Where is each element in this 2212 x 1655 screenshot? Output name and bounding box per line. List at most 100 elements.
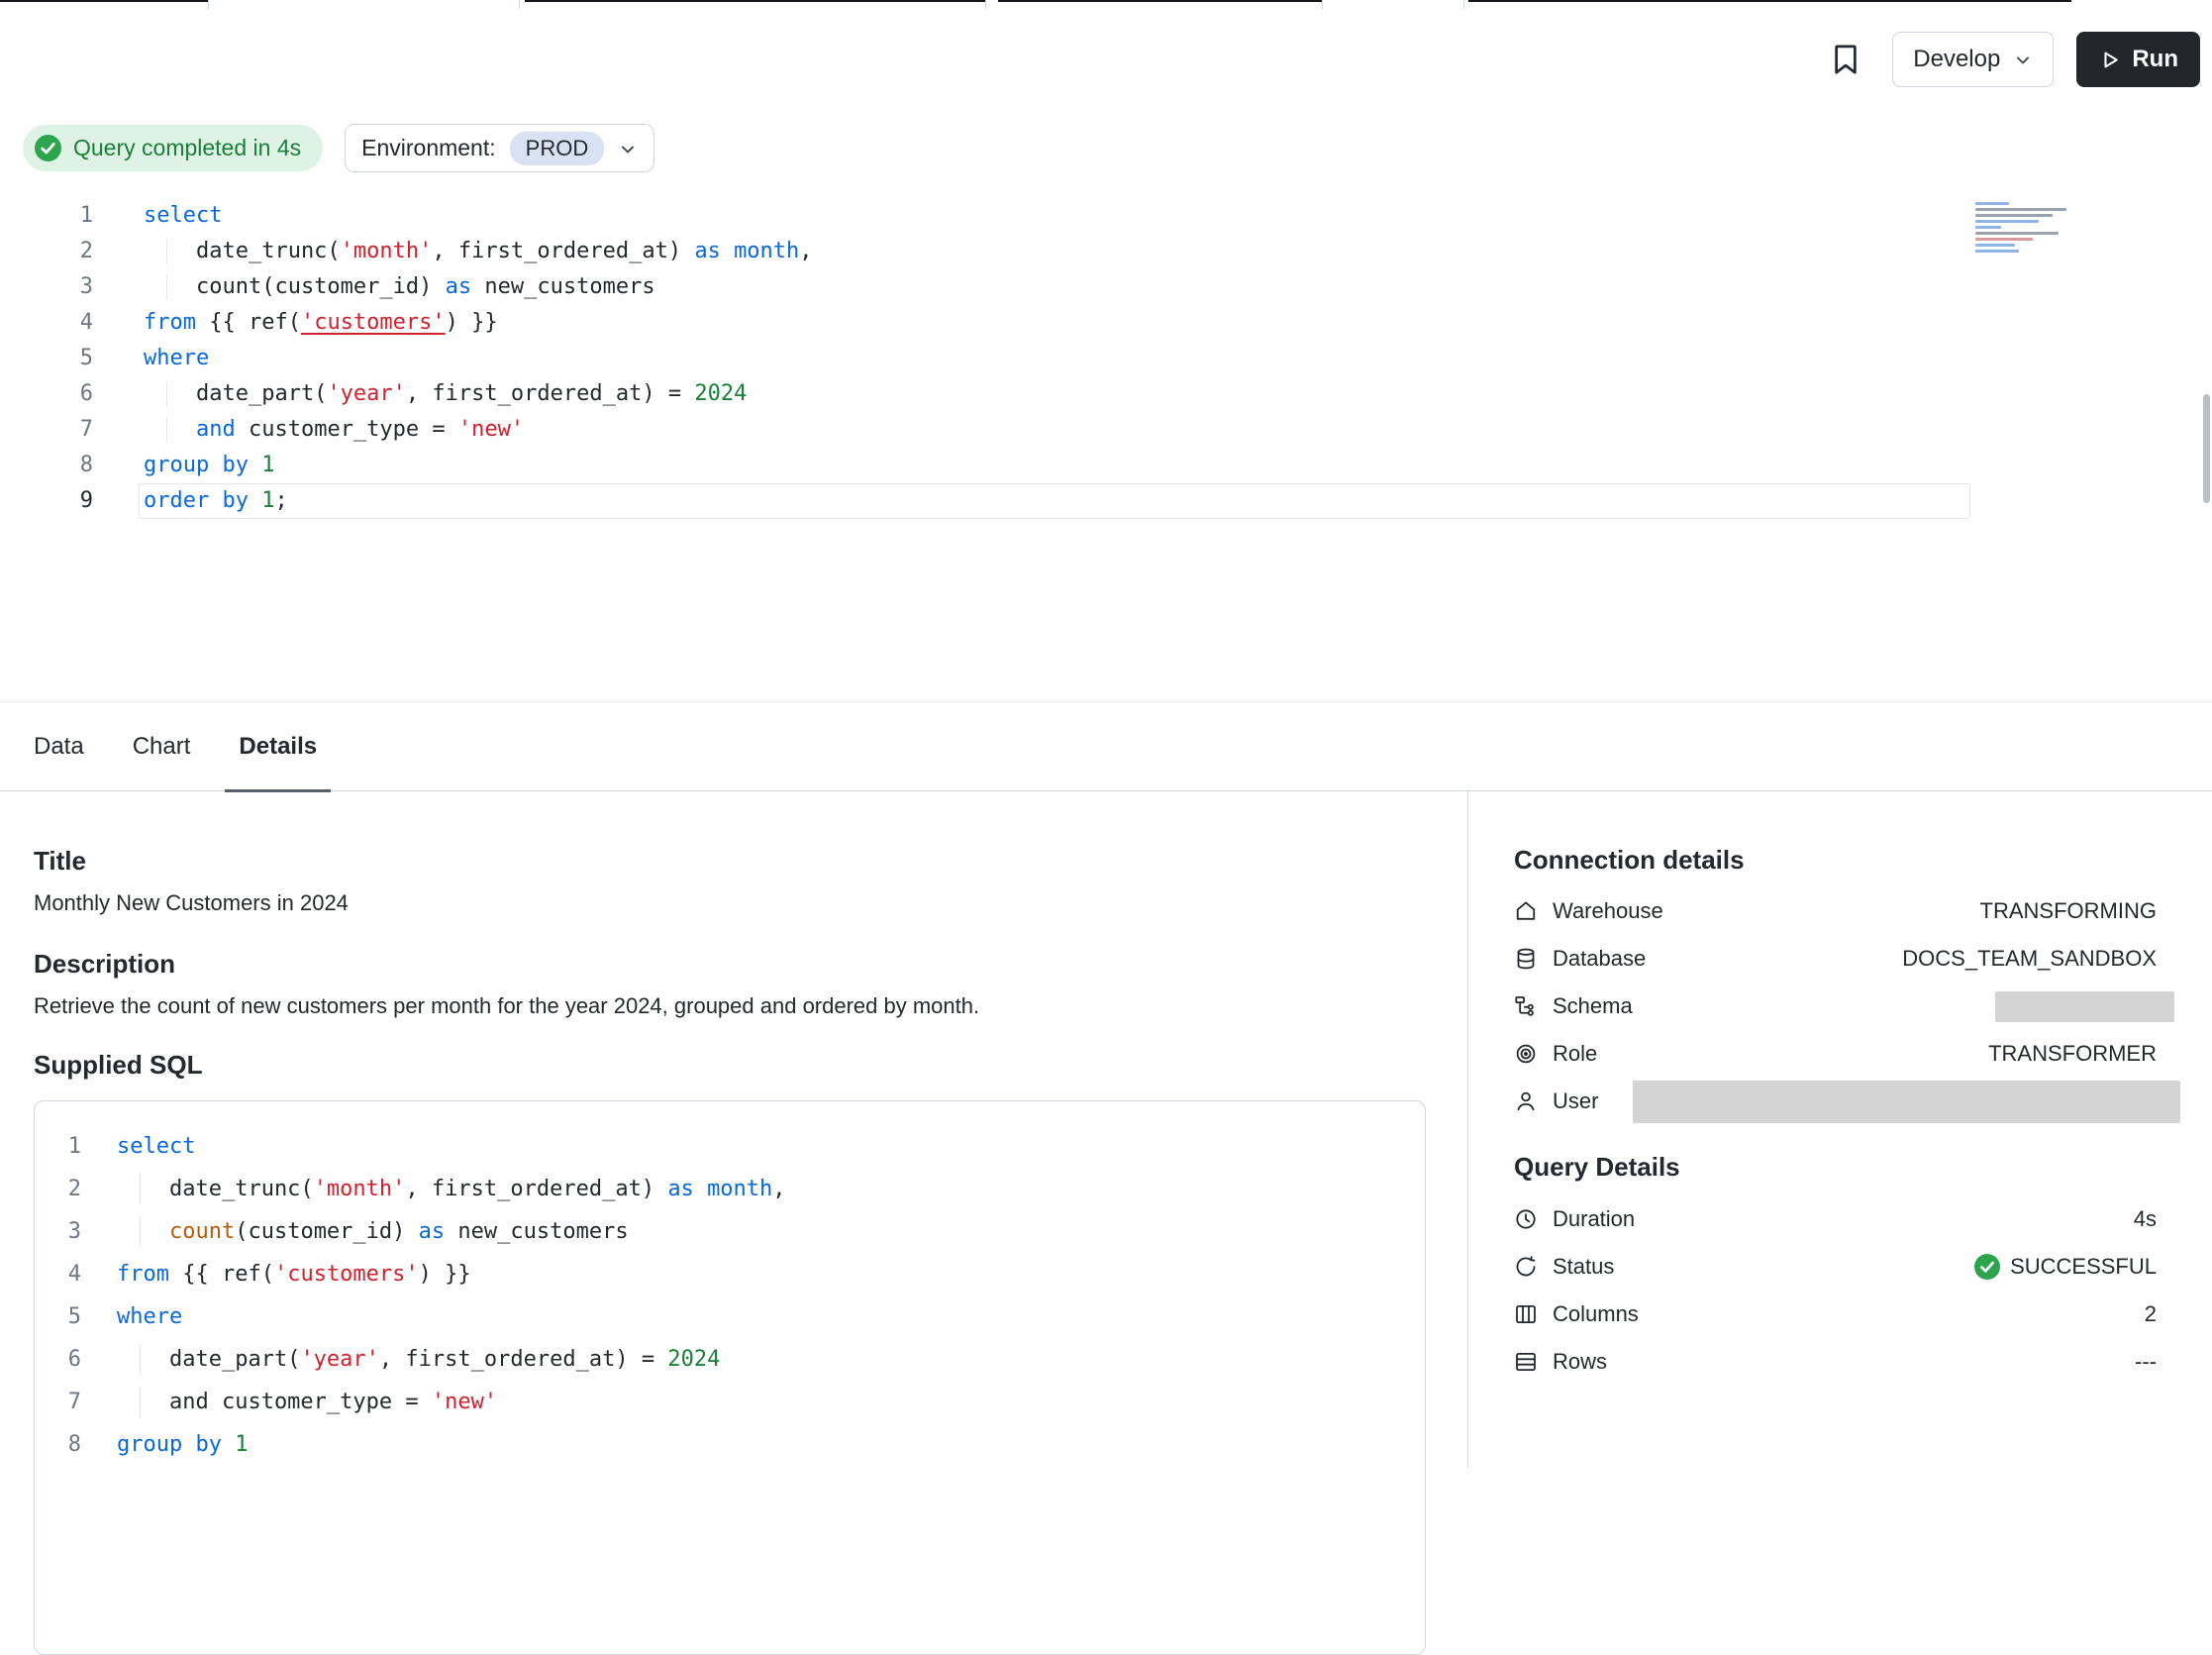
code-token (117, 1219, 169, 1244)
tab-chart[interactable]: Chart (133, 702, 191, 790)
detail-value-text: 4s (2134, 1206, 2157, 1232)
code-token: 'month' (341, 239, 433, 263)
line-number: 6 (35, 1338, 81, 1381)
code-text: where (144, 341, 209, 376)
code-text: where (117, 1295, 182, 1338)
code-line: 4from {{ ref('customers') }} (0, 305, 2212, 341)
line-number: 5 (35, 1295, 81, 1338)
code-token: 'customers' (274, 1262, 419, 1287)
play-icon (2098, 49, 2121, 71)
code-token: as (446, 274, 472, 299)
code-text: date_trunc('month', first_ordered_at) as… (144, 234, 813, 269)
code-token (249, 453, 261, 477)
detail-label: Rows (1553, 1349, 1607, 1375)
tab-data[interactable]: Data (34, 702, 84, 790)
code-line: 3 count(customer_id) as new_customers (35, 1210, 1425, 1253)
code-token: as (419, 1219, 446, 1244)
tab-remnant (525, 0, 985, 2)
develop-button-label: Develop (1913, 46, 2000, 73)
duration-icon (1514, 1207, 1538, 1231)
details-main: Title Monthly New Customers in 2024 Desc… (34, 791, 1426, 1655)
code-token: {{ ref( (196, 310, 301, 335)
run-button-label: Run (2132, 46, 2178, 73)
detail-value: 4s (2134, 1206, 2157, 1232)
environment-selector[interactable]: Environment: PROD (345, 124, 654, 172)
code-token (144, 417, 196, 442)
minimap-line (1975, 250, 2019, 253)
detail-row-schema: Schema (1514, 983, 2157, 1030)
environment-value-badge: PROD (510, 132, 605, 165)
code-token: date_part( (144, 381, 327, 406)
code-text: select (117, 1125, 195, 1168)
detail-value: --- (2135, 1349, 2157, 1375)
role-icon (1514, 1042, 1538, 1066)
environment-label: Environment: (361, 135, 496, 161)
code-text: order by 1; (144, 483, 288, 519)
sql-editor[interactable]: 1select2 date_trunc('month', first_order… (0, 198, 2212, 519)
tab-remnant (998, 0, 1322, 2)
description-value: Retrieve the count of new customers per … (34, 991, 1426, 1021)
code-line: 7 and customer_type = 'new' (35, 1381, 1425, 1423)
query-details-heading: Query Details (1514, 1151, 2157, 1183)
title-value: Monthly New Customers in 2024 (34, 888, 1426, 918)
code-text: select (144, 198, 222, 234)
code-token: date_part( (117, 1347, 300, 1372)
detail-label: Duration (1553, 1206, 1635, 1232)
check-circle-icon (35, 135, 61, 161)
description-heading: Description (34, 948, 1426, 980)
detail-value: 2 (2145, 1301, 2157, 1327)
minimap-line (1975, 226, 2001, 229)
detail-value-text: --- (2135, 1349, 2157, 1375)
code-line: 1 select (35, 1125, 1425, 1168)
code-text: and customer_type = 'new' (117, 1381, 497, 1423)
code-token: as (694, 239, 721, 263)
line-number: 7 (35, 1381, 81, 1423)
code-line: 2 date_trunc('month', first_ordered_at) … (35, 1168, 1425, 1210)
code-token: as (667, 1177, 694, 1201)
detail-row-status: StatusSUCCESSFUL (1514, 1243, 2157, 1291)
code-text: count(customer_id) as new_customers (144, 269, 655, 305)
minimap-line (1975, 244, 2015, 247)
detail-label: Schema (1553, 993, 1633, 1019)
run-button[interactable]: Run (2076, 32, 2200, 87)
code-token: , first_ordered_at) = (379, 1347, 667, 1372)
detail-row-role: RoleTRANSFORMER (1514, 1030, 2157, 1078)
code-token: 'new' (458, 417, 524, 442)
minimap-line (1975, 208, 2066, 211)
database-icon (1514, 947, 1538, 971)
code-token: month (734, 239, 799, 263)
code-line: 8group by 1 (35, 1423, 1425, 1466)
line-number: 1 (35, 1125, 81, 1168)
code-token: 'year' (300, 1347, 378, 1372)
code-token: count (169, 1219, 235, 1244)
code-token: 'year' (327, 381, 405, 406)
tab-details[interactable]: Details (239, 702, 317, 790)
detail-label: Warehouse (1553, 898, 1663, 924)
code-token (694, 1177, 707, 1201)
code-text: date_trunc('month', first_ordered_at) as… (117, 1168, 786, 1210)
bookmark-icon[interactable] (1829, 43, 1862, 76)
detail-value-text: SUCCESSFUL (2010, 1254, 2157, 1280)
code-text: from {{ ref('customers') }} (144, 305, 498, 341)
scrollbar-thumb[interactable] (2203, 394, 2210, 503)
detail-label: Columns (1553, 1301, 1639, 1327)
rows-icon (1514, 1350, 1538, 1374)
code-token: where (144, 346, 209, 370)
code-token: , first_ordered_at) (432, 239, 694, 263)
results-panel: DataChartDetails Title Monthly New Custo… (0, 701, 2212, 1468)
code-token: where (117, 1304, 182, 1329)
editor-minimap[interactable] (1975, 202, 2076, 259)
success-check-icon (1974, 1254, 2000, 1280)
detail-value (1995, 991, 2157, 1022)
line-number: 8 (0, 448, 93, 483)
code-line: 5 where (35, 1295, 1425, 1338)
code-token: (customer_id) (235, 1219, 418, 1244)
redacted-value (1633, 1081, 2180, 1123)
query-details-rows: Duration 4s StatusSUCCESSFUL Columns 2 Rows --… (1514, 1195, 2157, 1386)
develop-button[interactable]: Develop (1892, 32, 2054, 87)
supplied-sql-heading: Supplied SQL (34, 1049, 1426, 1081)
line-number: 8 (35, 1423, 81, 1466)
code-line: 7 and customer_type = 'new' (0, 412, 2212, 448)
chevron-down-icon (2013, 51, 2033, 70)
minimap-line (1975, 202, 2009, 205)
